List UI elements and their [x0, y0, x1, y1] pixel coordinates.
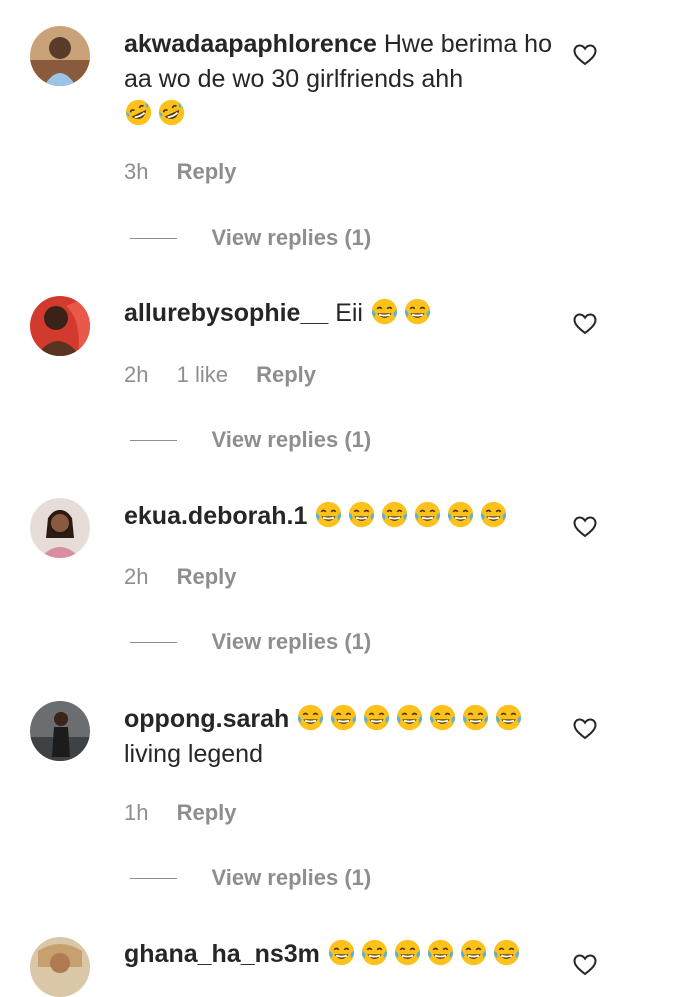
- comment-meta: 2h Reply: [124, 564, 259, 590]
- divider-line: [130, 877, 177, 879]
- joy-emoji: [328, 939, 355, 966]
- comment-text-block: ghana_ha_ns3m: [124, 937, 554, 972]
- divider-line: [130, 641, 177, 643]
- emoji-row: [124, 97, 554, 132]
- joy-emoji: [316, 501, 342, 528]
- joy-emoji: [427, 939, 454, 966]
- divider-line: [130, 237, 177, 239]
- comment-time: 3h: [124, 159, 149, 184]
- view-replies[interactable]: View replies (1): [130, 629, 371, 655]
- emoji-row: [296, 704, 527, 733]
- comment-username[interactable]: ekua.deborah.1: [124, 502, 307, 530]
- joy-emoji: [371, 298, 398, 325]
- joy-emoji: [448, 501, 474, 528]
- avatar[interactable]: [30, 701, 90, 761]
- comment-meta: 3h Reply: [124, 159, 259, 185]
- heart-icon[interactable]: [573, 954, 597, 976]
- heart-icon[interactable]: [573, 313, 597, 335]
- view-replies-label[interactable]: View replies (1): [211, 865, 371, 890]
- joy-emoji: [382, 501, 408, 528]
- reply-button[interactable]: Reply: [256, 362, 316, 387]
- comment-text-block: oppong.sarah living legend: [124, 702, 554, 772]
- joy-emoji: [430, 704, 456, 731]
- divider-line: [130, 439, 177, 441]
- joy-emoji: [394, 939, 421, 966]
- view-replies-label[interactable]: View replies (1): [211, 427, 371, 452]
- joy-emoji: [481, 501, 507, 528]
- joy-emoji: [361, 939, 388, 966]
- joy-emoji: [349, 501, 375, 528]
- joy-emoji: [493, 939, 520, 966]
- heart-icon[interactable]: [573, 44, 597, 66]
- rofl-emoji: [125, 99, 152, 126]
- reply-button[interactable]: Reply: [177, 564, 237, 589]
- comment-text: living legend: [124, 740, 263, 768]
- comment-text-block: allurebysophie__ Eii: [124, 296, 554, 331]
- comment-time: 1h: [124, 800, 149, 825]
- comment-username[interactable]: ghana_ha_ns3m: [124, 940, 320, 968]
- reply-button[interactable]: Reply: [177, 159, 237, 184]
- comment-time: 2h: [124, 362, 149, 387]
- view-replies-label[interactable]: View replies (1): [211, 629, 371, 654]
- avatar[interactable]: [30, 26, 90, 86]
- joy-emoji: [463, 704, 489, 731]
- comment-meta: 2h 1 like Reply: [124, 362, 338, 388]
- joy-emoji: [397, 704, 423, 731]
- avatar[interactable]: [30, 296, 90, 356]
- joy-emoji: [331, 704, 357, 731]
- comment-text: Eii: [335, 299, 363, 327]
- joy-emoji: [298, 704, 324, 731]
- emoji-row: [370, 298, 436, 327]
- view-replies[interactable]: View replies (1): [130, 865, 371, 891]
- comment-text-block: ekua.deborah.1: [124, 499, 554, 534]
- emoji-row: [314, 501, 512, 530]
- emoji-row: [327, 939, 525, 968]
- avatar[interactable]: [30, 498, 90, 558]
- view-replies-label[interactable]: View replies (1): [211, 225, 371, 250]
- comment-username[interactable]: akwadaapaphlorence: [124, 30, 377, 58]
- heart-icon[interactable]: [573, 718, 597, 740]
- heart-icon[interactable]: [573, 516, 597, 538]
- joy-emoji: [364, 704, 390, 731]
- avatar[interactable]: [30, 937, 90, 997]
- comment-time: 2h: [124, 564, 149, 589]
- view-replies[interactable]: View replies (1): [130, 427, 371, 453]
- joy-emoji: [460, 939, 487, 966]
- comment-text-block: akwadaapaphlorence Hwe berima ho aa wo d…: [124, 27, 554, 132]
- comment-likes[interactable]: 1 like: [177, 362, 228, 387]
- joy-emoji: [404, 298, 431, 325]
- reply-button[interactable]: Reply: [177, 800, 237, 825]
- view-replies[interactable]: View replies (1): [130, 225, 371, 251]
- comment-username[interactable]: oppong.sarah: [124, 705, 289, 733]
- joy-emoji: [496, 704, 522, 731]
- comment-meta: 1h Reply: [124, 800, 259, 826]
- rofl-emoji: [158, 99, 185, 126]
- joy-emoji: [415, 501, 441, 528]
- comment-username[interactable]: allurebysophie__: [124, 299, 328, 327]
